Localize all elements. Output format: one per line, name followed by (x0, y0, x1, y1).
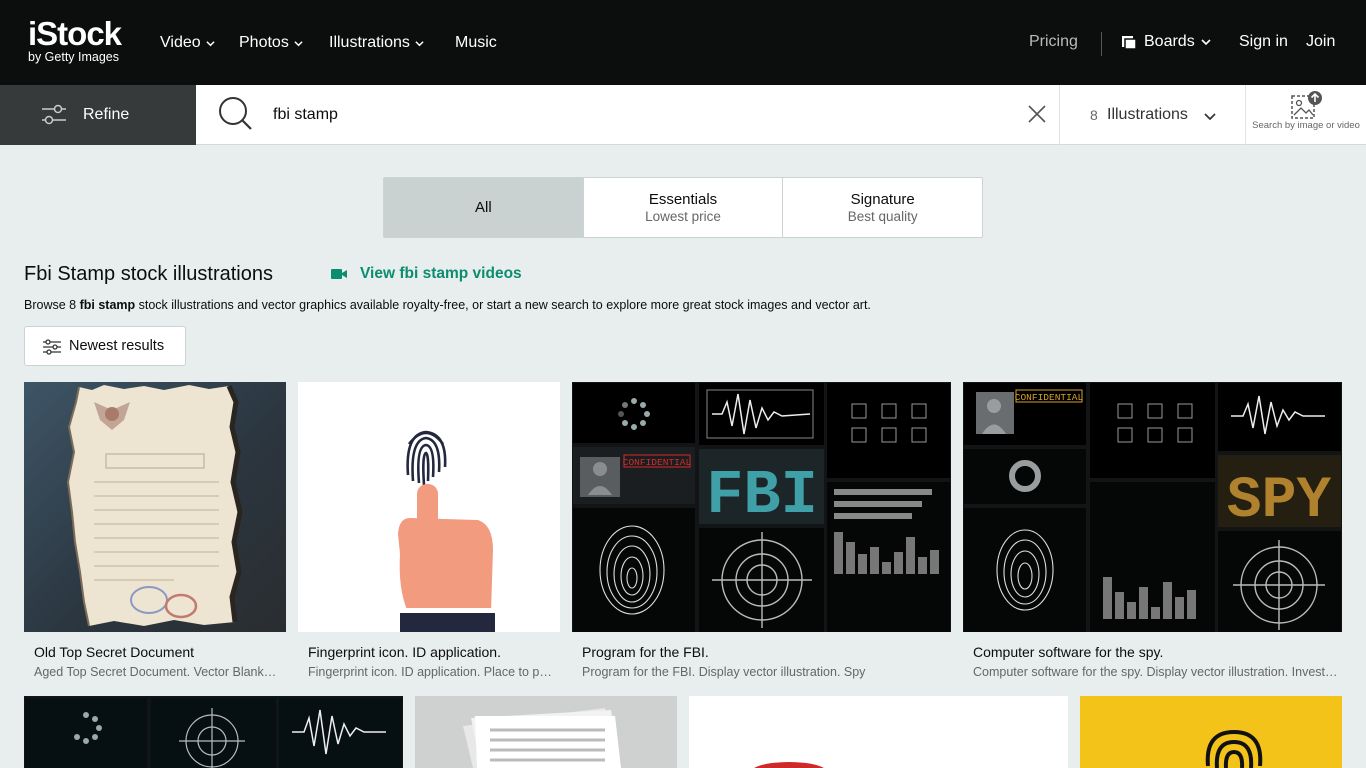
view-videos-label: View fbi stamp videos (360, 265, 522, 282)
chevron-down-icon (1204, 113, 1216, 121)
nav-music-label: Music (455, 34, 497, 51)
nav-divider (1101, 32, 1102, 56)
result-card-papers[interactable] (415, 696, 677, 768)
nav-video-menu[interactable]: Video (160, 33, 215, 53)
refine-button[interactable]: Refine (0, 85, 196, 145)
search-input[interactable] (273, 103, 993, 127)
chevron-down-icon (206, 40, 215, 46)
browse-term: fbi stamp (79, 298, 136, 312)
nav-video-label: Video (160, 34, 201, 51)
result-description: Fingerprint icon. ID application. Place … (308, 665, 552, 679)
asset-type-dropdown[interactable]: 8 Illustrations (1059, 85, 1246, 145)
refine-label: Refine (83, 106, 130, 123)
video-camera-icon (331, 269, 347, 279)
nav-photos-label: Photos (239, 34, 289, 51)
search-by-image-button[interactable]: Search by image or video (1246, 85, 1366, 145)
spy-dashboard-illustration: CONFIDENTIAL SPY (964, 383, 1341, 632)
result-thumbnail: CONFIDENTIAL FBI (572, 382, 951, 632)
logo-sub-text: by Getty Images (28, 50, 120, 64)
close-icon[interactable] (1027, 104, 1047, 124)
browse-pre: Browse 8 (24, 298, 80, 312)
result-thumbnail (689, 696, 1068, 768)
view-videos-link[interactable]: View fbi stamp videos (331, 265, 522, 283)
spy-screen-text: SPY (1227, 469, 1332, 534)
fingerprint-touch-illustration (398, 430, 495, 632)
result-card-old-document[interactable]: Old Top Secret Document Aged Top Secret … (24, 382, 286, 686)
sort-button[interactable]: Newest results (24, 326, 186, 366)
result-card-fbi-stamp[interactable] (689, 696, 1068, 768)
segment-subtitle: Best quality (847, 209, 918, 224)
result-thumbnail (24, 696, 403, 768)
result-title: Old Top Secret Document (34, 644, 195, 660)
browse-description: Browse 8 fbi stamp stock illustrations a… (24, 298, 871, 312)
browse-post: stock illustrations and vector graphics … (135, 298, 871, 312)
top-navigation-bar: iStock by Getty Images Video Photos Illu… (0, 0, 1366, 85)
join-link[interactable]: Join (1306, 33, 1335, 51)
boards-menu[interactable]: Boards (1121, 33, 1211, 51)
result-description: Program for the FBI. Display vector illu… (582, 665, 866, 679)
page-title: Fbi Stamp stock illustrations (24, 263, 273, 285)
sort-sliders-icon (43, 339, 61, 355)
segment-subtitle: Lowest price (645, 209, 721, 224)
result-thumbnail (298, 382, 560, 632)
result-title: Program for the FBI. (582, 644, 709, 660)
sort-label: Newest results (69, 338, 165, 354)
image-upload-icon (1291, 91, 1322, 119)
result-title: Fingerprint icon. ID application. (308, 644, 501, 660)
logo-main-text: iStock (28, 15, 122, 52)
result-description: Computer software for the spy. Display v… (973, 665, 1339, 679)
confidential-stamp-text: CONFIDENTIAL (623, 457, 692, 468)
nav-photos-menu[interactable]: Photos (239, 33, 303, 53)
result-count: 8 (1090, 107, 1098, 123)
segment-signature[interactable]: Signature Best quality (783, 178, 982, 237)
search-bar: Refine 8 Illustrations Search by image o… (0, 85, 1366, 145)
result-thumbnail: CONFIDENTIAL SPY (963, 382, 1342, 632)
paper-stack-illustration (463, 708, 621, 768)
confidential-stamp-text: CONFIDENTIAL (1015, 392, 1084, 403)
nav-music-link[interactable]: Music (455, 33, 497, 53)
segment-all[interactable]: All (384, 178, 584, 237)
fingerprint-icon (1205, 729, 1263, 768)
chevron-down-icon (294, 40, 303, 46)
license-segment-control: All Essentials Lowest price Signature Be… (383, 177, 983, 238)
result-card-fbi-program[interactable]: CONFIDENTIAL FBI Program for the FBI. Pr… (572, 382, 951, 686)
boards-label: Boards (1144, 33, 1195, 50)
result-thumbnail (24, 382, 286, 632)
result-title: Computer software for the spy. (973, 644, 1164, 660)
pricing-link[interactable]: Pricing (1029, 33, 1078, 51)
segment-essentials[interactable]: Essentials Lowest price (584, 178, 784, 237)
segment-title: Essentials (648, 191, 718, 208)
chevron-down-icon (415, 40, 424, 46)
result-card-spy-software[interactable]: CONFIDENTIAL SPY Computer software for t… (963, 382, 1342, 686)
nav-illustrations-label: Illustrations (329, 34, 410, 51)
nav-illustrations-menu[interactable]: Illustrations (329, 33, 424, 53)
search-icon[interactable] (218, 96, 254, 132)
boards-icon (1122, 36, 1137, 50)
red-stamp-illustration (754, 762, 824, 768)
search-by-image-label: Search by image or video (1252, 120, 1360, 131)
filter-sliders-icon (42, 104, 66, 125)
chevron-down-icon (1201, 39, 1211, 46)
fbi-dashboard-illustration: CONFIDENTIAL FBI (573, 383, 950, 632)
result-description: Aged Top Secret Document. Vector Blank T… (34, 665, 278, 679)
dashboard-illustration (25, 698, 402, 768)
aged-document-illustration (66, 384, 243, 627)
result-card-fingerprint-yellow[interactable] (1080, 696, 1342, 768)
segment-title: Signature (850, 191, 915, 208)
fbi-screen-text: FBI (706, 460, 818, 531)
segment-title: All (475, 199, 492, 216)
result-thumbnail (415, 696, 677, 768)
result-thumbnail (1080, 696, 1342, 768)
sign-in-link[interactable]: Sign in (1239, 33, 1288, 51)
result-card-dashboard[interactable] (24, 696, 403, 768)
asset-type-label: Illustrations (1107, 106, 1188, 123)
result-card-fingerprint[interactable]: Fingerprint icon. ID application. Finger… (298, 382, 560, 686)
istock-logo[interactable]: iStock by Getty Images (28, 16, 140, 68)
